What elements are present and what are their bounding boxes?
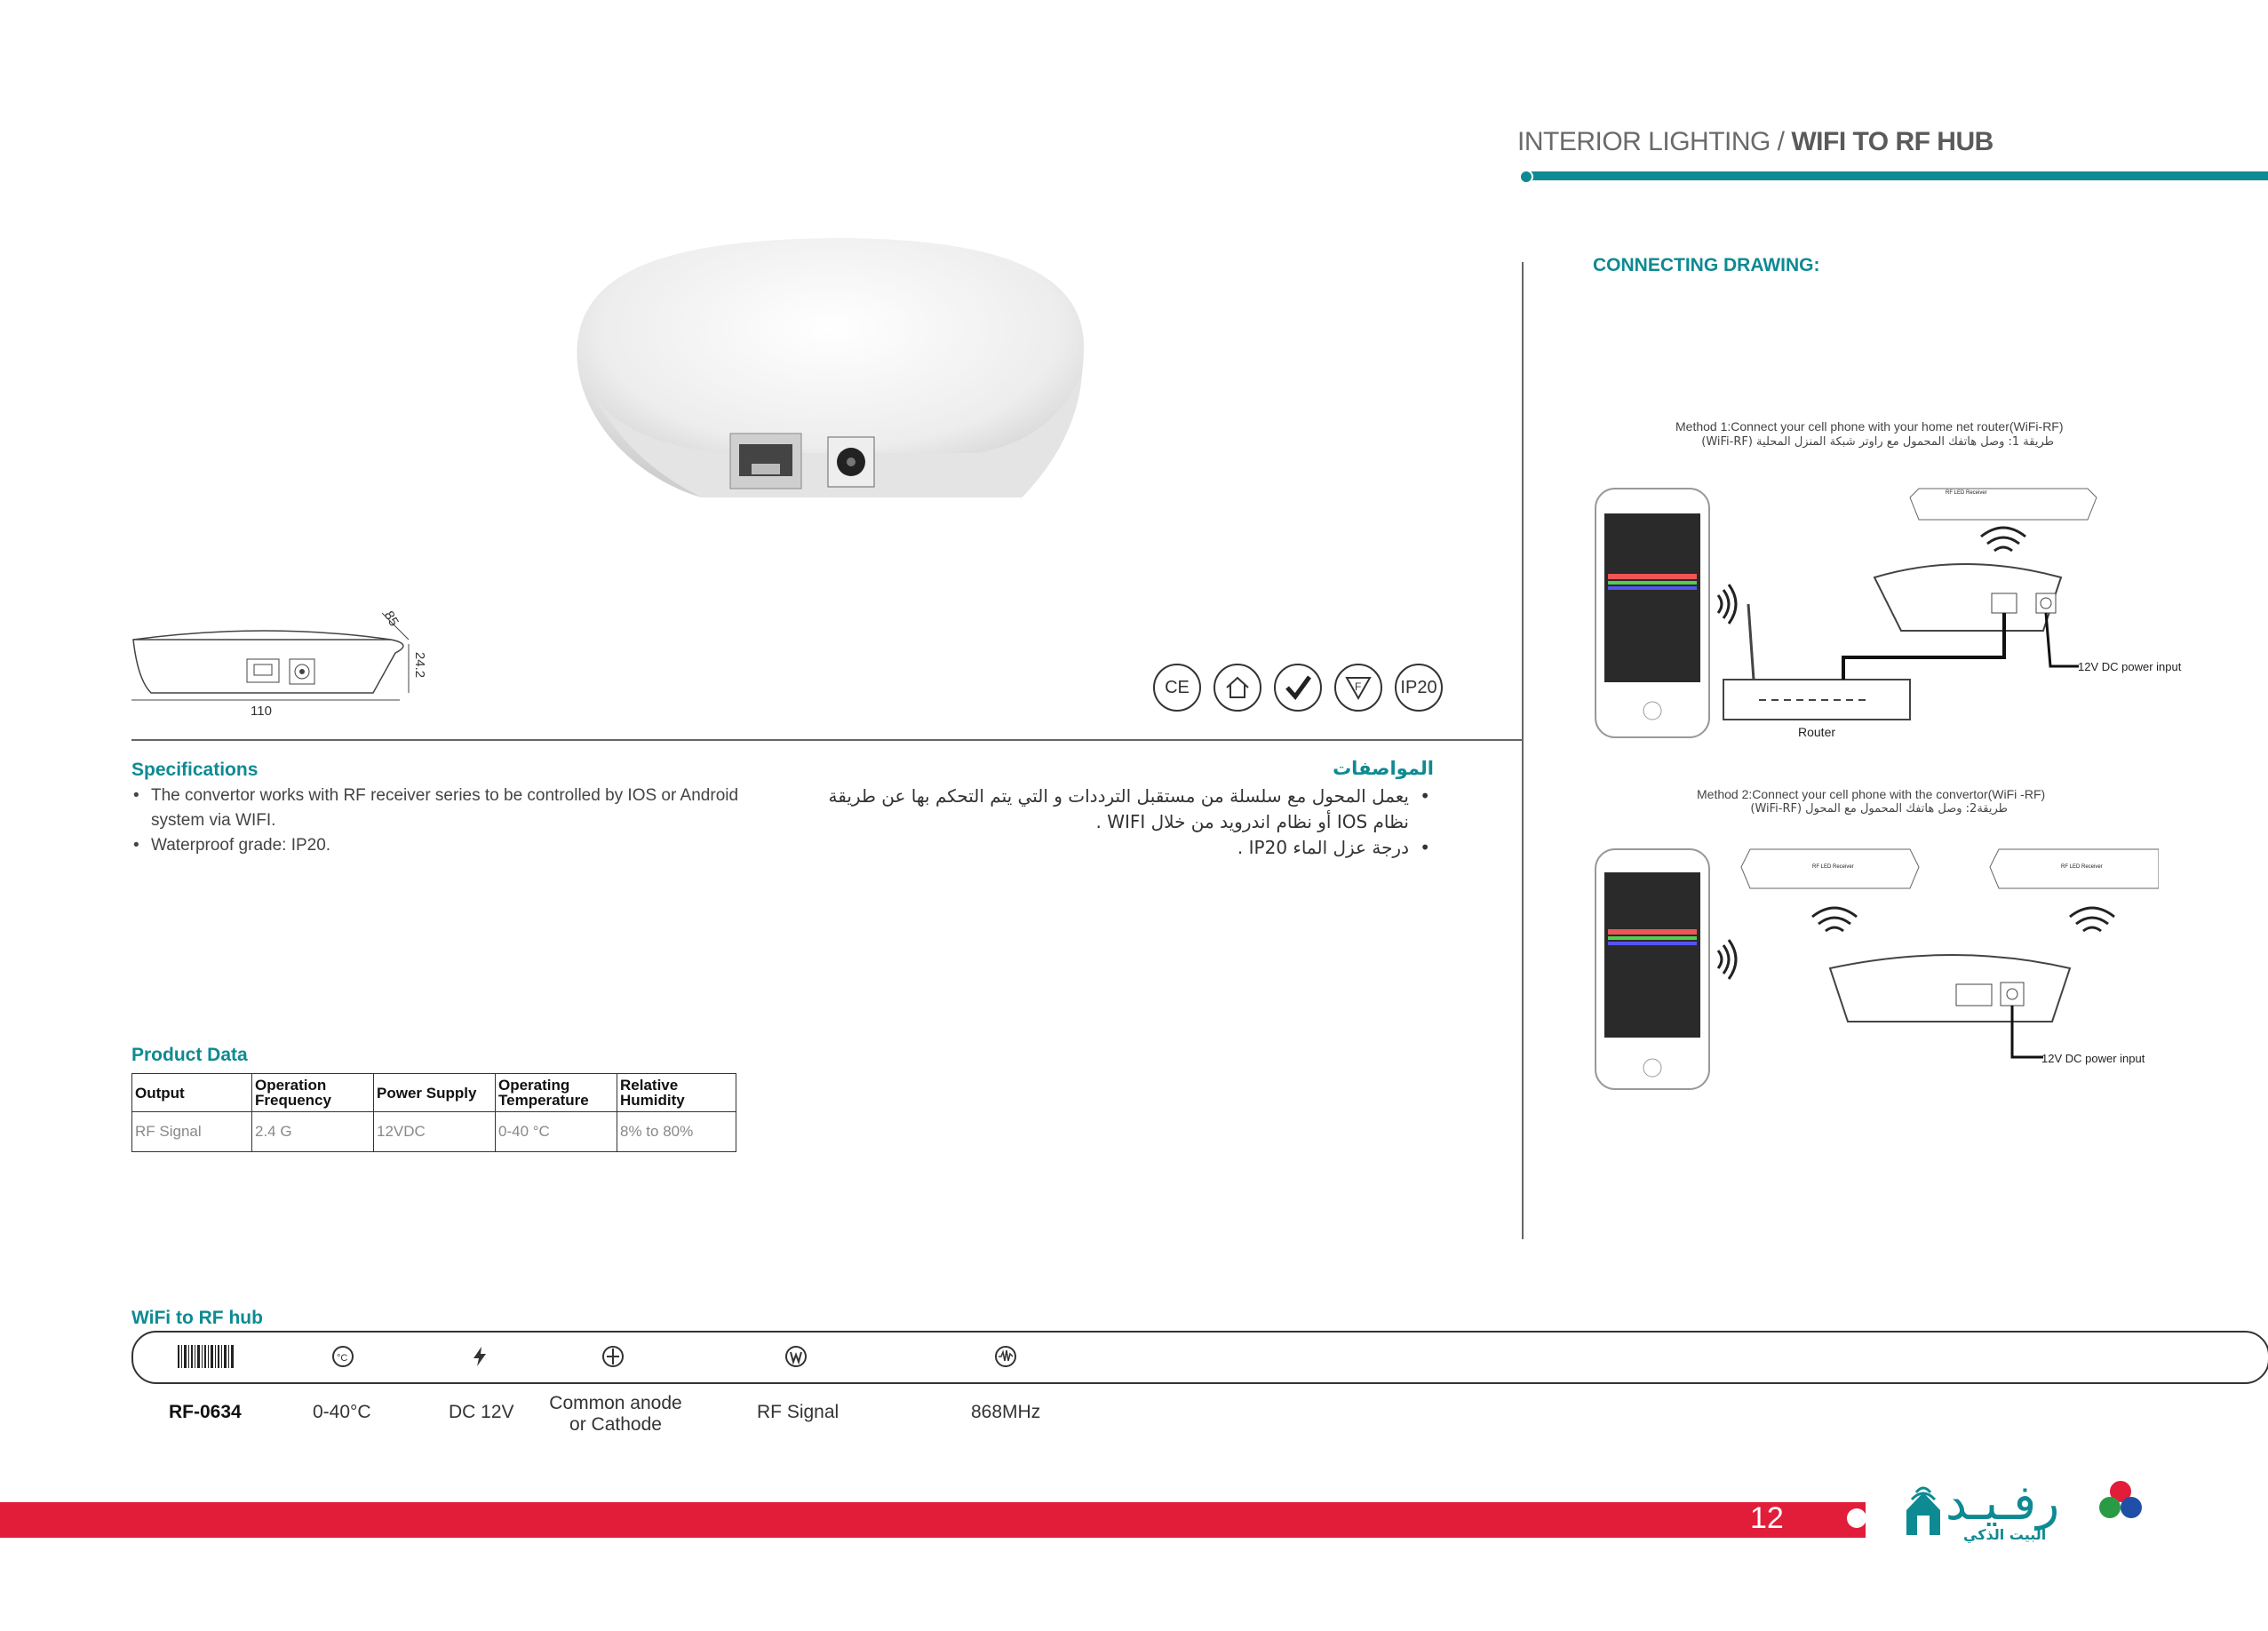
certification-icons: CE F IP20 [1153, 664, 1443, 712]
product-data-table: Output Operation Frequency Power Supply … [131, 1073, 736, 1152]
header-rule-dot [1519, 170, 1533, 184]
receiver-label: RF LED Receiver [1946, 490, 1987, 496]
horizontal-divider [131, 739, 1524, 741]
logo-color-balls-icon [2099, 1481, 2142, 1518]
ce-mark-icon: CE [1153, 664, 1201, 712]
model-code: RF-0634 [169, 1402, 242, 1422]
power-label-1: 12V DC power input [2078, 660, 2182, 673]
svg-text:°C: °C [337, 1353, 347, 1364]
model-frequency: 868MHz [971, 1402, 1041, 1422]
spec-item: Waterproof grade: IP20. [131, 833, 762, 858]
method1-caption-ar: طريقة 1: وصل هاتفك المحمول مع راوتر شبكة… [1701, 435, 2054, 449]
specifications-list: The convertor works with RF receiver ser… [131, 784, 762, 858]
specifications-ar-list: يعمل المحول مع سلسلة من مستقبل الترددات … [800, 784, 1434, 861]
table-cell: 2.4 G [251, 1111, 374, 1152]
spec-ar-item: درجة عزل الماء IP20 . [800, 835, 1434, 861]
svg-text:F: F [1355, 680, 1361, 693]
header-product: WIFI TO RF HUB [1791, 127, 1993, 156]
frequency-icon [995, 1346, 1016, 1367]
spec-ar-item: يعمل المحول مع سلسلة من مستقبل الترددات … [800, 784, 1434, 835]
model-title: WiFi to RF hub [131, 1308, 263, 1328]
footer-bar [0, 1502, 1866, 1538]
power-label-2: 12V DC power input [2041, 1052, 2145, 1065]
router-label: Router [1798, 725, 1836, 739]
table-header-cell: Operating Temperature [495, 1073, 617, 1112]
spec-icon-bar [131, 1331, 2268, 1384]
model-voltage: DC 12V [449, 1402, 514, 1422]
table-header-cell: Power Supply [373, 1073, 496, 1112]
brand-subtitle: البيت الذكي [1963, 1526, 2047, 1543]
plus-minus-icon [602, 1346, 624, 1367]
specifications-ar-title: المواصفات [1333, 758, 1434, 779]
table-cell: 0-40 °C [495, 1111, 617, 1152]
table-cell: 8% to 80% [617, 1111, 736, 1152]
header-rule [1524, 171, 2268, 180]
specifications-title: Specifications [131, 760, 259, 780]
page-number: 12 [1750, 1501, 1784, 1535]
f-mark-icon: F [1334, 664, 1382, 712]
ip20-badge: IP20 [1395, 664, 1443, 712]
model-anode: Common anode or Cathode [549, 1393, 682, 1435]
connecting-title: CONNECTING DRAWING: [1593, 255, 1820, 275]
temperature-icon: °C [332, 1346, 354, 1367]
table-row: RF Signal 2.4 G 12VDC 0-40 °C 8% to 80% [131, 1111, 736, 1152]
method1-diagram [1595, 488, 2097, 738]
product-data-title: Product Data [131, 1045, 248, 1065]
method2-caption: Method 2:Connect your cell phone with th… [1697, 787, 2046, 801]
home-icon [1214, 664, 1261, 712]
table-header-cell: Output [131, 1073, 252, 1112]
table-header-cell: Relative Humidity [617, 1073, 736, 1112]
model-temperature: 0-40°C [313, 1402, 371, 1422]
table-header-row: Output Operation Frequency Power Supply … [131, 1073, 736, 1112]
table-cell: 12VDC [373, 1111, 496, 1152]
barcode-icon [178, 1345, 234, 1368]
lightning-icon [473, 1347, 486, 1366]
page-header: INTERIOR LIGHTING / WIFI TO RF HUB [1517, 127, 1993, 157]
dim-width: 110 [251, 704, 272, 719]
table-header-cell: Operation Frequency [251, 1073, 374, 1112]
receiver-label-3: RF LED Receiver [2061, 864, 2103, 870]
receiver-label-2: RF LED Receiver [1812, 864, 1854, 870]
table-cell: RF Signal [131, 1111, 252, 1152]
footer-dot [1847, 1508, 1866, 1528]
rf-signal-icon [785, 1346, 807, 1367]
header-category: INTERIOR LIGHTING / [1517, 127, 1792, 156]
model-signal: RF Signal [757, 1402, 840, 1422]
method1-caption: Method 1:Connect your cell phone with yo… [1675, 419, 2064, 434]
brand-logo-text: رفـيـد [1946, 1475, 2060, 1531]
rohs-check-icon [1274, 664, 1322, 712]
vertical-divider [1522, 262, 1524, 1239]
logo-house-icon [1906, 1486, 1940, 1535]
spec-item: The convertor works with RF receiver ser… [131, 784, 762, 833]
product-photo [577, 238, 1084, 497]
method2-caption-ar: طريقة2: وصل هاتفك المحمول مع المحول (WiF… [1750, 802, 2008, 816]
dim-height: 24.2 [412, 651, 428, 679]
